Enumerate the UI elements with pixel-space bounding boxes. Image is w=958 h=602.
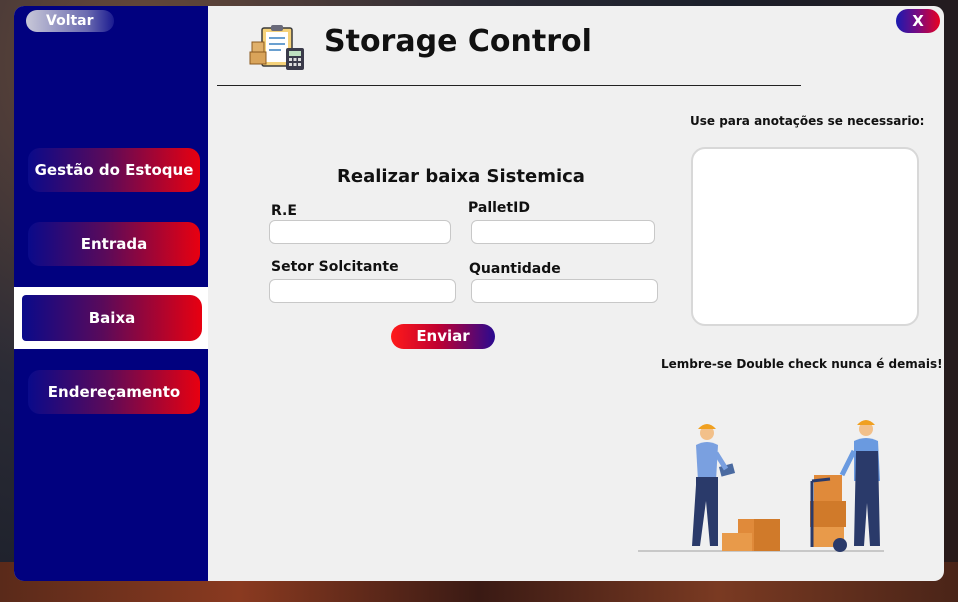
pallet-id-label: PalletID — [468, 200, 530, 216]
sidebar-item-enderecamento[interactable]: Endereçamento — [28, 370, 200, 414]
setor-label: Setor Solcitante — [271, 259, 399, 275]
notes-textarea[interactable] — [691, 147, 919, 326]
submit-button[interactable]: Enviar — [391, 324, 495, 349]
quantidade-label: Quantidade — [469, 261, 561, 277]
back-button[interactable]: Voltar — [26, 10, 114, 32]
notes-label: Use para anotações se necessario: — [690, 114, 925, 128]
sidebar-item-entrada[interactable]: Entrada — [28, 222, 200, 266]
sidebar-item-baixa[interactable]: Baixa — [22, 295, 202, 341]
re-label: R.E — [271, 203, 297, 219]
re-input[interactable] — [269, 220, 451, 244]
clipboard-logo-icon — [249, 25, 304, 70]
warehouse-workers-illustration — [638, 420, 884, 552]
sidebar-item-gestao-estoque[interactable]: Gestão do Estoque — [28, 148, 200, 192]
form-title: Realizar baixa Sistemica — [337, 166, 585, 187]
app-window: Voltar Gestão do Estoque Entrada Baixa E… — [14, 6, 944, 581]
sidebar-active-frame: Baixa — [14, 287, 208, 349]
page-title: Storage Control — [324, 24, 592, 59]
setor-input[interactable] — [269, 279, 456, 303]
pallet-id-input[interactable] — [471, 220, 655, 244]
title-divider — [217, 85, 801, 86]
quantidade-input[interactable] — [471, 279, 658, 303]
close-button[interactable]: X — [896, 9, 940, 33]
reminder-text: Lembre-se Double check nunca é demais! — [661, 357, 943, 371]
sidebar: Voltar Gestão do Estoque Entrada Baixa E… — [14, 6, 208, 581]
